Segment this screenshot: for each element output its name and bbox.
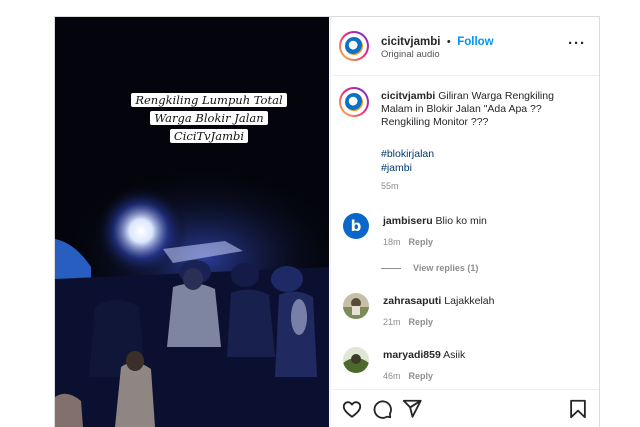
follow-button[interactable]: Follow	[457, 36, 493, 48]
comment-meta: 18m Reply	[383, 237, 433, 247]
comment-item: zahrasaputi Lajakkelah 21m Reply	[343, 293, 593, 333]
commenter-avatar[interactable]	[343, 293, 369, 319]
commenter-avatar[interactable]	[343, 347, 369, 373]
overlay-line-2: Warga Blokir Jalan	[150, 111, 268, 125]
video-frame-scene	[55, 17, 329, 427]
send-icon[interactable]	[401, 398, 423, 420]
commenter-avatar[interactable]: b	[343, 213, 369, 239]
hashtag-list: #blokirjalan #jambi	[381, 147, 434, 175]
post-header: cicitvjambi • Follow Original audio ···	[331, 17, 599, 76]
overlay-line-1: Rengkiling Lumpuh Total	[131, 93, 287, 107]
hashtag-blokirjalan[interactable]: #blokirjalan	[381, 147, 434, 161]
comment-time: 46m	[383, 371, 401, 381]
jambiseru-logo-icon: b	[350, 217, 362, 235]
author-avatar[interactable]	[339, 31, 369, 61]
reply-button[interactable]: Reply	[409, 237, 434, 247]
dot-separator: •	[446, 36, 451, 48]
comment-username[interactable]: maryadi859	[383, 349, 441, 361]
comment-body: Blio ko min	[435, 215, 487, 227]
divider-dash	[381, 268, 401, 270]
post-video[interactable]: Rengkiling Lumpuh Total Warga Blokir Jal…	[55, 17, 329, 427]
view-replies-label: View replies (1)	[413, 263, 479, 273]
cicitv-logo-icon	[345, 37, 363, 55]
comment-time: 21m	[383, 317, 401, 327]
comment-body: Asiik	[443, 349, 466, 361]
comment-username[interactable]: jambiseru	[383, 215, 433, 227]
view-replies-button[interactable]: View replies (1)	[381, 263, 478, 273]
comment-icon[interactable]	[371, 398, 393, 420]
overlay-line-3: CiciTvJambi	[169, 129, 249, 143]
comment-text-row: maryadi859 Asiik	[383, 349, 465, 361]
instagram-post-card: Rengkiling Lumpuh Total Warga Blokir Jal…	[54, 16, 600, 427]
heart-icon[interactable]	[341, 398, 363, 420]
comment-text-row: jambiseru Blio ko min	[383, 215, 487, 227]
reply-button[interactable]: Reply	[409, 371, 434, 381]
reply-button[interactable]: Reply	[409, 317, 434, 327]
comment-username[interactable]: zahrasaputi	[383, 295, 441, 307]
comment-body: Lajakkelah	[444, 295, 495, 307]
comment-item: maryadi859 Asiik 46m Reply	[343, 347, 593, 387]
post-caption: cicitvjambi Giliran Warga Rengkiling Mal…	[381, 90, 581, 129]
post-details-pane: cicitvjambi • Follow Original audio ··· …	[330, 17, 599, 427]
avatar-border	[341, 33, 367, 59]
caption-author-avatar[interactable]	[339, 87, 369, 117]
avatar-border	[341, 89, 367, 115]
comment-time: 18m	[383, 237, 401, 247]
more-options-icon[interactable]: ···	[568, 35, 586, 52]
photo-avatar	[343, 347, 369, 373]
cicitv-logo-icon	[345, 93, 363, 111]
photo-avatar	[343, 293, 369, 319]
comment-meta: 21m Reply	[383, 317, 433, 327]
post-action-bar	[331, 389, 599, 427]
author-username[interactable]: cicitvjambi	[381, 36, 440, 48]
comment-item: b jambiseru Blio ko min 18m Reply	[343, 213, 593, 253]
bookmark-icon[interactable]	[567, 398, 589, 420]
audio-subtitle[interactable]: Original audio	[381, 49, 440, 60]
caption-time: 55m	[381, 181, 399, 191]
video-overlay-caption: Rengkiling Lumpuh Total Warga Blokir Jal…	[119, 91, 299, 145]
comment-meta: 46m Reply	[383, 371, 433, 381]
comment-text-row: zahrasaputi Lajakkelah	[383, 295, 494, 307]
hashtag-jambi[interactable]: #jambi	[381, 161, 434, 175]
caption-username[interactable]: cicitvjambi	[381, 90, 435, 102]
